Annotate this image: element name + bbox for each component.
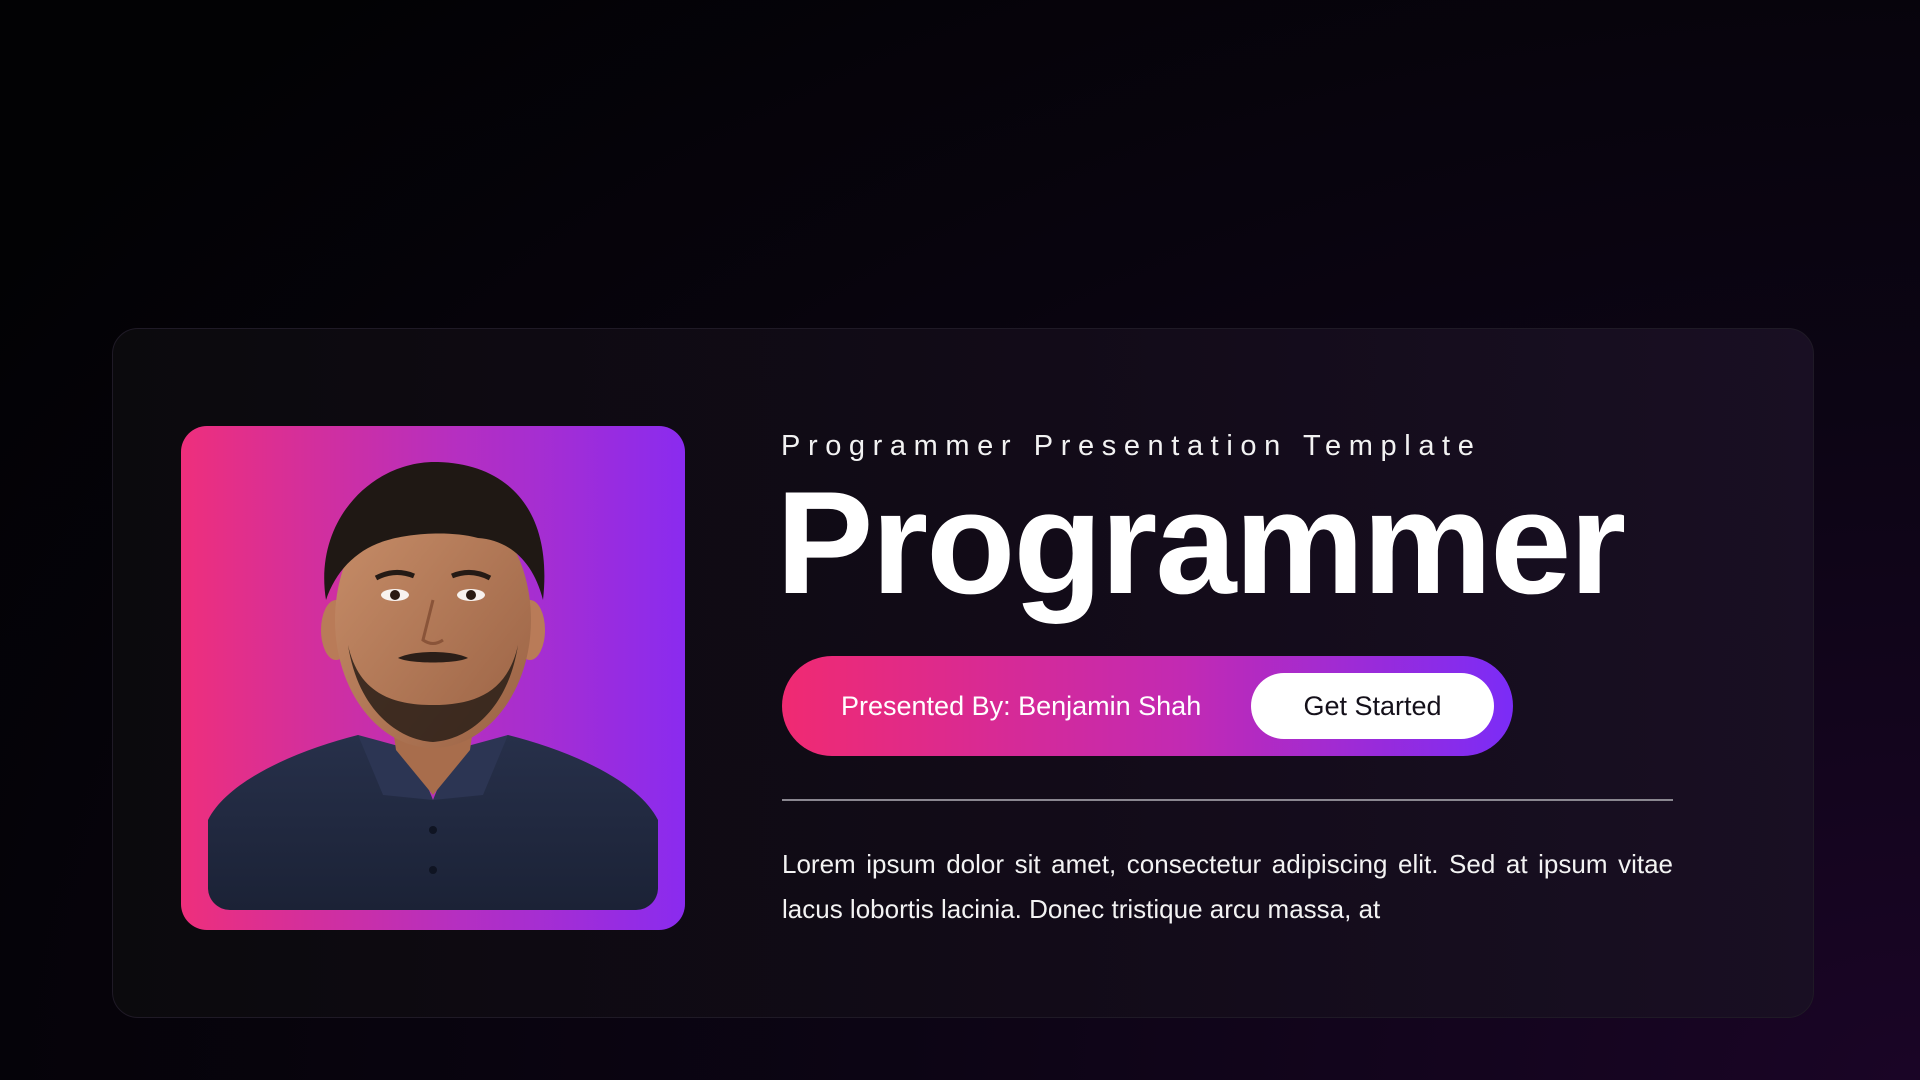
- portrait-frame: [181, 426, 685, 930]
- page-title: Programmer: [776, 461, 1626, 624]
- body-text: Lorem ipsum dolor sit amet, consectetur …: [782, 849, 1673, 924]
- portrait-photo: [208, 450, 658, 910]
- subtitle: Programmer Presentation Template: [781, 430, 1482, 462]
- presenter-pill: Presented By: Benjamin Shah Get Started: [782, 656, 1513, 756]
- divider: [782, 799, 1673, 801]
- presenter-label: Presented By: Benjamin Shah: [841, 691, 1202, 721]
- get-started-button[interactable]: Get Started: [1251, 673, 1494, 739]
